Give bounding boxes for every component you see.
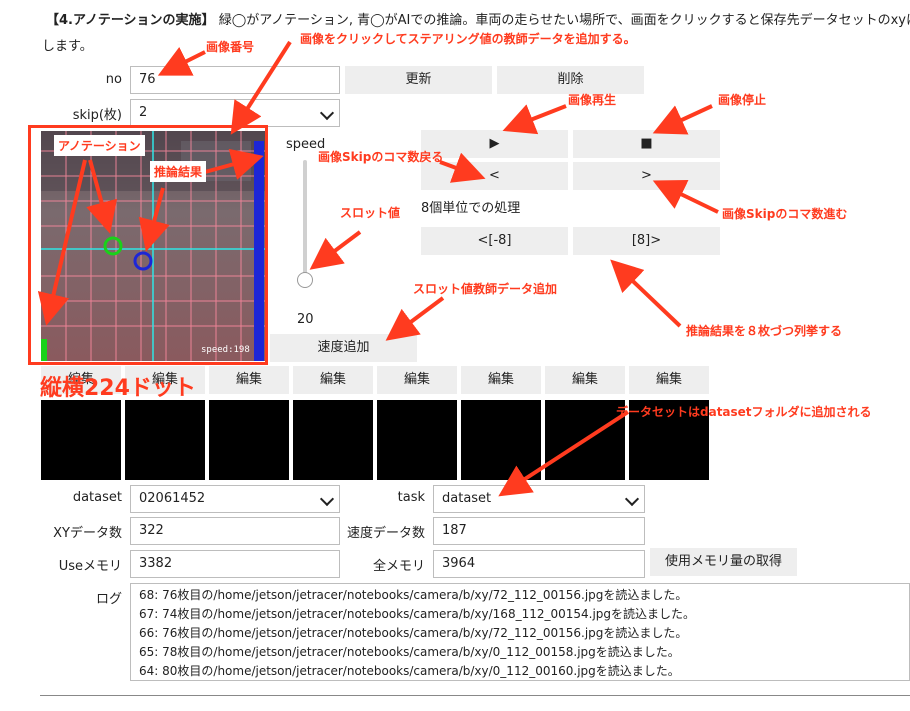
annotation-dataset-folder: データセットはdatasetフォルダに追加される bbox=[616, 405, 872, 419]
arrow-stop bbox=[652, 104, 713, 135]
annotation-click-add: 画像をクリックしてステアリング値の教師データを追加する。 bbox=[300, 32, 636, 46]
annotation-image-number: 画像番号 bbox=[206, 40, 255, 54]
annotation-infer-list: 推論結果を８枚づつ列挙する bbox=[686, 324, 843, 338]
annotation-arrows bbox=[37, 40, 719, 497]
annotation-skip-fwd: 画像Skipのコマ数進む bbox=[722, 207, 848, 221]
annotation-stop: 画像停止 bbox=[718, 93, 767, 107]
annotation-label-annotation: アノテーション bbox=[54, 135, 145, 156]
arrow-slot-add bbox=[385, 296, 445, 341]
arrow-annotation-circle bbox=[86, 159, 118, 234]
arrow-image-number bbox=[157, 46, 206, 76]
arrow-inference-bar bbox=[204, 148, 264, 180]
annotation-size: 縦横224ドット bbox=[40, 376, 196, 401]
arrow-dataset bbox=[498, 410, 630, 497]
arrow-slot bbox=[309, 230, 362, 270]
annotation-skip-back: 画像Skipのコマ数戻る bbox=[318, 150, 444, 164]
arrow-skip-back bbox=[439, 152, 486, 183]
annotation-slot-value: スロット値 bbox=[340, 206, 401, 220]
arrow-play bbox=[502, 104, 567, 135]
annotation-label-inference: 推論結果 bbox=[150, 161, 207, 182]
arrow-inference-circle bbox=[138, 187, 170, 252]
arrow-infer-list bbox=[610, 259, 682, 328]
annotation-play: 画像再生 bbox=[568, 93, 617, 107]
arrow-annotation-bar bbox=[37, 159, 87, 326]
arrow-skip-fwd bbox=[652, 180, 719, 214]
annotation-slot-add: スロット値教師データ追加 bbox=[413, 282, 558, 296]
